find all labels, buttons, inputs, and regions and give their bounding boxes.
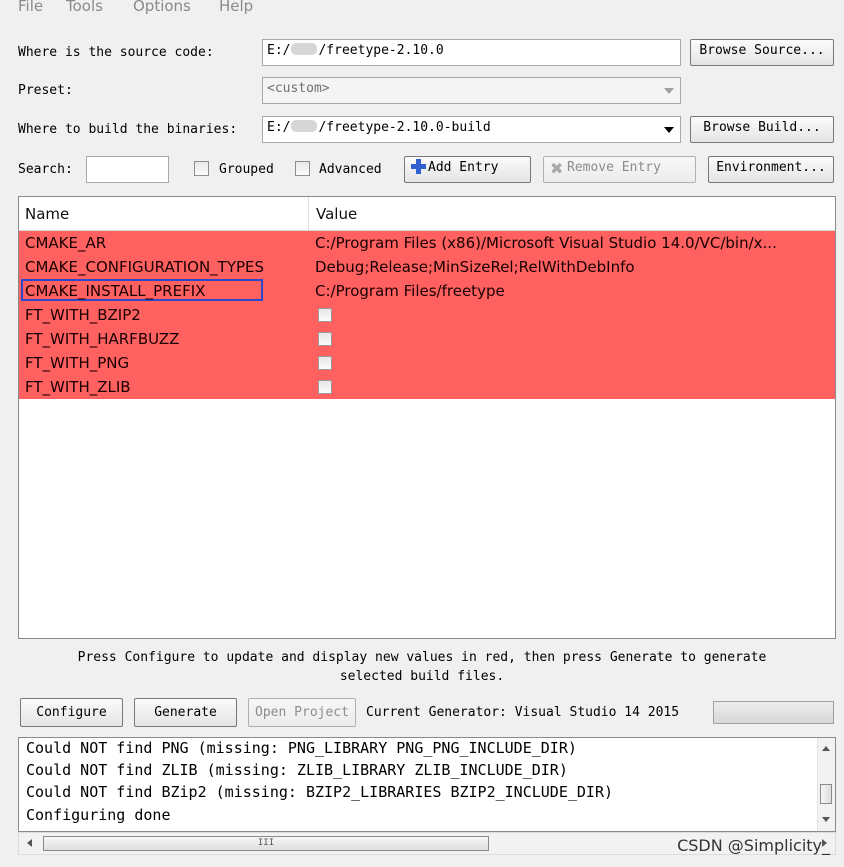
vertical-scroll-thumb[interactable] [820,784,832,804]
hint-text: Press Configure to update and display ne… [0,648,844,686]
column-header-value[interactable]: Value [316,205,357,223]
entry-name: CMAKE_AR [25,234,107,252]
entry-name: FT_WITH_ZLIB [25,378,131,396]
table-row[interactable]: CMAKE_CONFIGURATION_TYPES Debug;Release;… [19,255,835,279]
progress-bar [713,701,834,724]
chevron-down-icon[interactable] [664,127,674,133]
table-row[interactable]: CMAKE_AR C:/Program Files (x86)/Microsof… [19,231,835,255]
log-line: Could NOT find ZLIB (missing: ZLIB_LIBRA… [26,761,568,779]
horizontal-scroll-thumb[interactable]: III [43,836,489,851]
configure-button[interactable]: Configure [20,698,123,727]
changed-entries-highlight: CMAKE_AR C:/Program Files (x86)/Microsof… [19,231,835,399]
log-line: Could NOT find PNG (missing: PNG_LIBRARY… [26,739,577,757]
add-entry-button[interactable]: Add Entry [404,156,531,183]
preset-combo[interactable]: <custom> [262,77,681,104]
scroll-left-icon[interactable] [27,839,32,847]
plus-icon [411,159,426,174]
entry-checkbox[interactable] [318,380,332,394]
menu-help[interactable]: Help [219,0,253,15]
browse-build-button[interactable]: Browse Build... [690,116,834,143]
build-path-suffix: /freetype-2.10.0-build [318,120,491,135]
remove-entry-label: Remove Entry [567,160,661,175]
log-line: Could NOT find BZip2 (missing: BZIP2_LIB… [26,783,613,801]
entry-checkbox[interactable] [318,332,332,346]
table-header: Name Value [19,197,835,231]
grouped-checkbox[interactable] [194,161,209,176]
build-path-prefix: E:/ [267,120,291,135]
search-label: Search: [18,162,73,177]
table-row[interactable]: FT_WITH_BZIP2 [19,303,835,327]
table-row[interactable]: FT_WITH_ZLIB [19,375,835,399]
generate-button[interactable]: Generate [134,698,237,727]
entry-value[interactable]: Debug;Release;MinSizeRel;RelWithDebInfo [315,258,829,276]
entry-name: FT_WITH_HARFBUZZ [25,330,180,348]
preset-label: Preset: [18,83,73,98]
menu-options[interactable]: Options [133,0,191,15]
source-label: Where is the source code: [18,45,214,60]
cache-table[interactable]: Name Value CMAKE_AR C:/Program Files (x8… [18,196,836,639]
column-divider[interactable] [308,197,309,230]
scroll-down-icon[interactable] [822,817,830,822]
entry-name: FT_WITH_PNG [25,354,130,372]
source-path-prefix: E:/ [267,43,291,58]
redacted-path [291,43,318,55]
build-path-combo[interactable]: E:/ /freetype-2.10.0-build [262,116,681,143]
current-generator-label: Current Generator: Visual Studio 14 2015 [366,705,680,720]
chevron-down-icon [664,88,674,94]
source-path-suffix: /freetype-2.10.0 [318,43,444,58]
build-label: Where to build the binaries: [18,122,238,137]
entry-name: CMAKE_CONFIGURATION_TYPES [25,258,265,276]
browse-source-button[interactable]: Browse Source... [690,39,834,66]
advanced-label: Advanced [319,162,382,177]
remove-icon: ✖ [550,159,564,178]
environment-button[interactable]: Environment... [708,156,834,183]
output-log[interactable]: Could NOT find PNG (missing: PNG_LIBRARY… [18,737,836,832]
source-path-input[interactable]: E:/ /freetype-2.10.0 [262,39,681,66]
log-line: Configuring done [26,806,171,824]
table-row[interactable]: FT_WITH_HARFBUZZ [19,327,835,351]
redacted-path [291,120,318,132]
hint-line-2: selected build files. [339,669,505,684]
menu-file[interactable]: File [18,0,43,15]
entry-checkbox[interactable] [318,308,332,322]
entry-name: FT_WITH_BZIP2 [25,306,141,324]
add-entry-label: Add Entry [428,160,499,175]
vertical-scrollbar[interactable] [817,738,835,831]
entry-checkbox[interactable] [318,356,332,370]
table-row[interactable]: CMAKE_INSTALL_PREFIX C:/Program Files/fr… [19,279,835,303]
remove-entry-button[interactable]: ✖ Remove Entry [543,156,696,183]
entry-value[interactable]: C:/Program Files/freetype [315,282,829,300]
open-project-button[interactable]: Open Project [248,698,356,727]
search-input[interactable] [86,156,169,183]
preset-value: <custom> [267,81,330,96]
hint-line-1: Press Configure to update and display ne… [77,650,767,665]
menu-tools[interactable]: Tools [66,0,103,15]
advanced-checkbox[interactable] [295,161,310,176]
column-header-name[interactable]: Name [25,205,69,223]
entry-name: CMAKE_INSTALL_PREFIX [25,282,206,300]
entry-value[interactable]: C:/Program Files (x86)/Microsoft Visual … [315,234,829,252]
menu-bar: File Tools Options Help [0,0,844,22]
grouped-label: Grouped [219,162,274,177]
watermark: CSDN @Simplicity_ [677,836,830,855]
table-row[interactable]: FT_WITH_PNG [19,351,835,375]
scroll-up-icon[interactable] [822,746,830,751]
